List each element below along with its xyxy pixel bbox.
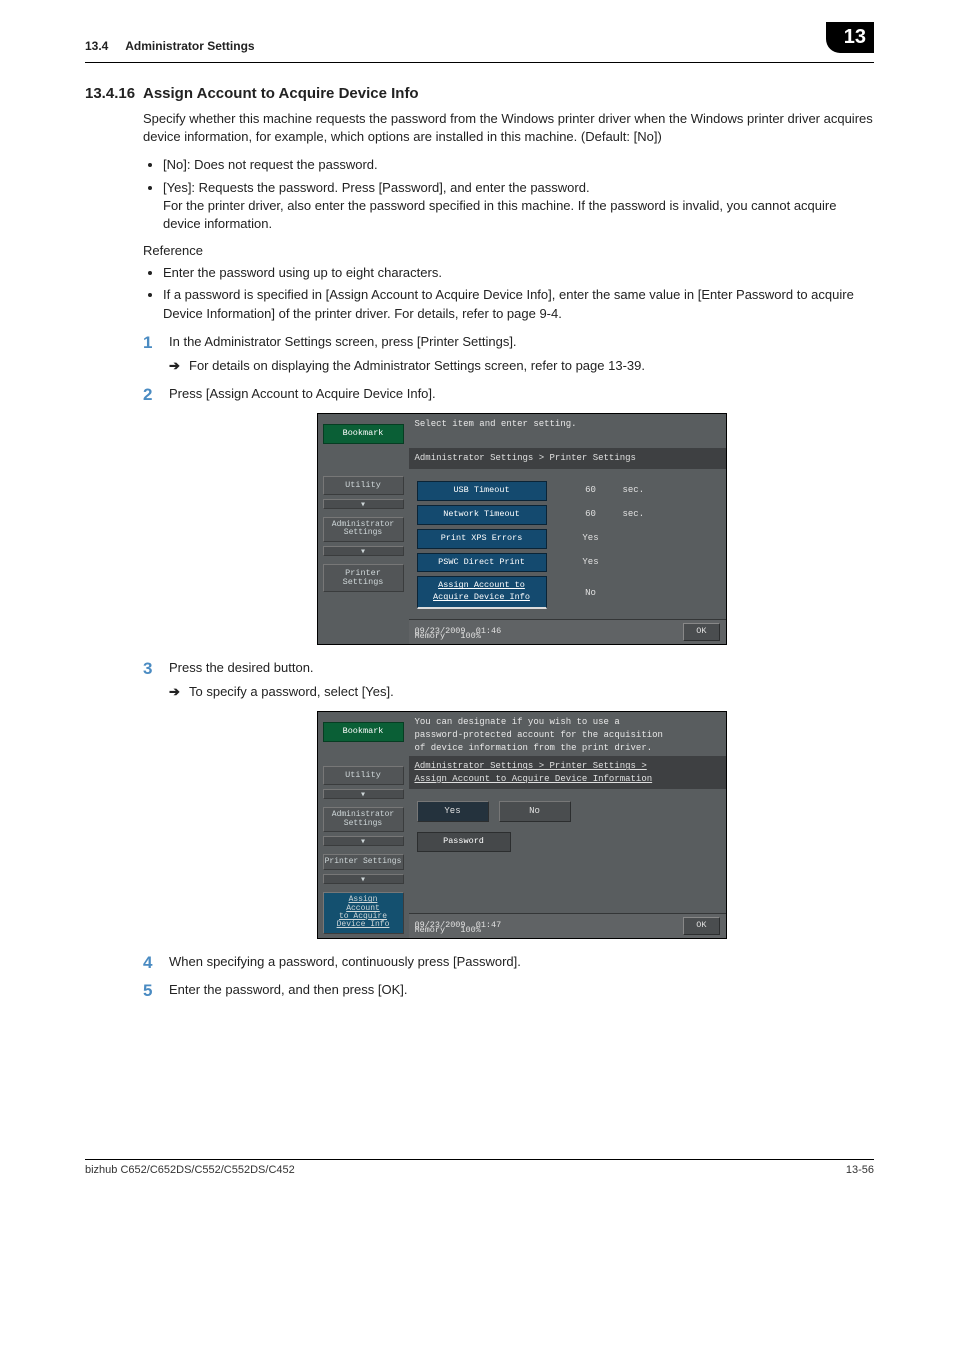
substep-text: For details on displaying the Administra… <box>189 358 645 373</box>
printer-settings-button[interactable]: Printer Settings <box>323 564 404 593</box>
usb-timeout-value: 60 <box>571 484 611 497</box>
step-3-substep: ➔ To specify a password, select [Yes]. <box>169 683 874 701</box>
device-panel-2: Bookmark Utility ▾ Administrator Setting… <box>317 711 727 938</box>
device-panel-1: Bookmark Utility ▾ Administrator Setting… <box>317 413 727 645</box>
chapter-badge: 13 <box>826 22 874 53</box>
step-2: Press [Assign Account to Acquire Device … <box>143 385 874 645</box>
down-arrow-icon: ▾ <box>323 874 404 884</box>
list-item: If a password is specified in [Assign Ac… <box>163 286 874 322</box>
admin-settings-button[interactable]: Administrator Settings <box>323 807 404 832</box>
memory-value: 100% <box>460 925 480 935</box>
network-timeout-value: 60 <box>571 508 611 521</box>
assign-account-nav-button[interactable]: Assign Account to Acquire Device Info <box>323 892 404 934</box>
utility-button[interactable]: Utility <box>323 766 404 785</box>
step-text: In the Administrator Settings screen, pr… <box>169 334 517 349</box>
printer-settings-button[interactable]: Printer Settings <box>323 854 404 870</box>
step-1-substep: ➔ For details on displaying the Administ… <box>169 357 874 375</box>
list-item: [Yes]: Requests the password. Press [Pas… <box>163 179 874 234</box>
print-xps-errors-button[interactable]: Print XPS Errors <box>417 529 547 549</box>
down-arrow-icon: ▾ <box>323 789 404 799</box>
page-header: 13.4 Administrator Settings 13 <box>85 30 874 63</box>
substep-text: To specify a password, select [Yes]. <box>189 684 394 699</box>
network-timeout-unit: sec. <box>623 508 645 521</box>
arrow-icon: ➔ <box>169 683 180 701</box>
header-section-title: Administrator Settings <box>125 39 254 53</box>
footer-model: bizhub C652/C652DS/C552/C552DS/C452 <box>85 1164 295 1176</box>
password-button[interactable]: Password <box>417 832 511 852</box>
assign-account-button[interactable]: Assign Account to Acquire Device Info <box>417 576 547 609</box>
memory-label: Memory <box>415 631 446 641</box>
footer-page-number: 13-56 <box>846 1164 874 1176</box>
step-text: Press [Assign Account to Acquire Device … <box>169 386 436 401</box>
utility-button[interactable]: Utility <box>323 476 404 495</box>
pswc-direct-print-button[interactable]: PSWC Direct Print <box>417 553 547 573</box>
subsection-heading: 13.4.16 Assign Account to Acquire Device… <box>85 85 874 102</box>
down-arrow-icon: ▾ <box>323 546 404 556</box>
step-3: Press the desired button. ➔ To specify a… <box>143 659 874 939</box>
print-xps-errors-value: Yes <box>571 532 611 545</box>
memory-value: 100% <box>460 631 480 641</box>
step-1: In the Administrator Settings screen, pr… <box>143 333 874 375</box>
breadcrumb: Administrator Settings > Printer Setting… <box>409 448 726 469</box>
pswc-direct-print-value: Yes <box>571 556 611 569</box>
intro-bullet-list: [No]: Does not request the password. [Ye… <box>143 156 874 233</box>
step-4: When specifying a password, continuously… <box>143 953 874 971</box>
down-arrow-icon: ▾ <box>323 499 404 509</box>
down-arrow-icon: ▾ <box>323 836 404 846</box>
usb-timeout-unit: sec. <box>623 484 645 497</box>
bookmark-button[interactable]: Bookmark <box>323 722 404 741</box>
step-text: Enter the password, and then press [OK]. <box>169 982 407 997</box>
ok-button[interactable]: OK <box>683 623 719 641</box>
ok-button[interactable]: OK <box>683 917 719 935</box>
intro-paragraph: Specify whether this machine requests th… <box>143 110 874 146</box>
panel-instruction: Select item and enter setting. <box>409 414 726 448</box>
header-section-number: 13.4 <box>85 39 108 53</box>
reference-heading: Reference <box>143 243 874 258</box>
no-button[interactable]: No <box>499 801 571 822</box>
panel-instruction: You can designate if you wish to use a p… <box>409 712 726 756</box>
step-text: Press the desired button. <box>169 660 314 675</box>
list-item: [No]: Does not request the password. <box>163 156 874 174</box>
steps-list: In the Administrator Settings screen, pr… <box>143 333 874 1000</box>
breadcrumb: Administrator Settings > Printer Setting… <box>409 756 726 789</box>
admin-settings-button[interactable]: Administrator Settings <box>323 517 404 542</box>
step-text: When specifying a password, continuously… <box>169 954 521 969</box>
step-5: Enter the password, and then press [OK]. <box>143 981 874 999</box>
yes-button[interactable]: Yes <box>417 801 489 822</box>
bookmark-button[interactable]: Bookmark <box>323 424 404 443</box>
memory-label: Memory <box>415 925 446 935</box>
network-timeout-button[interactable]: Network Timeout <box>417 505 547 525</box>
usb-timeout-button[interactable]: USB Timeout <box>417 481 547 501</box>
subsection-title: Assign Account to Acquire Device Info <box>143 85 419 102</box>
arrow-icon: ➔ <box>169 357 180 375</box>
list-item: Enter the password using up to eight cha… <box>163 264 874 282</box>
assign-account-value: No <box>571 587 611 600</box>
subsection-number: 13.4.16 <box>85 85 143 102</box>
page-footer: bizhub C652/C652DS/C552/C552DS/C452 13-5… <box>85 1159 874 1176</box>
reference-bullet-list: Enter the password using up to eight cha… <box>143 264 874 323</box>
